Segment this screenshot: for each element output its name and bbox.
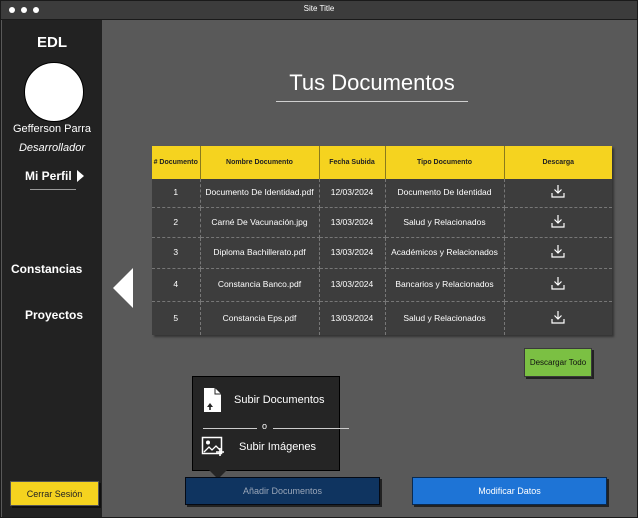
column-header-name: Nombre Documento [200,146,320,179]
cell-type: Bancarios y Relacionados [385,268,505,302]
cell-name: Diploma Bachillerato.pdf [200,237,320,269]
table-row: 1 Documento De Identidad.pdf 12/03/2024 … [152,179,612,208]
table-header-row: # Documento Nombre Documento Fecha Subid… [152,146,612,179]
column-header-type: Tipo Documento [385,146,505,179]
cell-download [504,237,612,269]
table-row: 4 Constancia Banco.pdf 13/03/2024 Bancar… [152,268,612,302]
cell-number: 2 [152,207,201,238]
cell-type: Salud y Relacionados [385,207,505,238]
chevron-right-icon [76,170,84,182]
cell-download [504,268,612,302]
cell-number: 5 [152,301,201,335]
user-name: Gefferson Parra [12,123,92,135]
cell-download [504,301,612,335]
upload-images-option[interactable]: Subir Imágenes [201,435,316,459]
cell-date: 13/03/2024 [319,207,386,238]
cell-number: 1 [152,179,201,208]
app-window: Site Title EDL Gefferson Parra Desarroll… [0,0,638,518]
user-role: Desarrollador [18,142,86,154]
profile-label: Mi Perfil [25,169,72,183]
profile-divider [30,189,76,190]
sidebar-item-proyectos[interactable]: Proyectos [25,308,83,322]
collapse-sidebar-icon[interactable] [113,268,133,308]
avatar [24,62,84,122]
cell-type: Académicos y Relacionados [385,237,505,269]
cell-download [504,207,612,238]
cell-date: 12/03/2024 [319,179,386,208]
cell-type: Documento De Identidad [385,179,505,208]
cell-name: Documento De Identidad.pdf [200,179,320,208]
upload-images-label: Subir Imágenes [239,441,317,453]
cell-download [504,179,612,208]
page-title: Tus Documentos [289,70,455,95]
upload-documents-option[interactable]: Subir Documentos [202,387,325,413]
cell-date: 13/03/2024 [319,268,386,302]
upload-popup: Subir Documentos o Subir Imágenes [192,376,349,471]
cell-number: 4 [152,268,201,302]
download-all-button[interactable]: Descargar Todo [524,348,592,377]
or-label: o [262,421,268,431]
column-header-download: Descarga [504,146,612,179]
table-row: 2 Carné De Vacunación.jpg 13/03/2024 Sal… [152,207,612,238]
download-icon[interactable] [550,213,566,229]
cell-date: 13/03/2024 [319,301,386,335]
sidebar-item-constancias[interactable]: Constancias [11,262,82,276]
download-icon[interactable] [550,309,566,325]
cell-number: 3 [152,237,201,269]
documents-table: # Documento Nombre Documento Fecha Subid… [152,146,612,335]
cell-date: 13/03/2024 [319,237,386,269]
upload-documents-label: Subir Documentos [234,394,325,406]
logout-button[interactable]: Cerrar Sesión [10,481,99,506]
cell-type: Salud y Relacionados [385,301,505,335]
profile-link[interactable]: Mi Perfil [25,169,84,183]
title-bar: Site Title [1,1,637,20]
sidebar: EDL Gefferson Parra Desarrollador Mi Per… [2,20,102,517]
download-icon[interactable] [550,243,566,259]
column-header-date: Fecha Subida [319,146,386,179]
table-row: 3 Diploma Bachillerato.pdf 13/03/2024 Ac… [152,237,612,269]
title-underline [276,101,468,102]
column-header-number: # Documento [152,146,201,179]
brand-logo: EDL [37,34,67,51]
add-documents-button[interactable]: Añadir Documentos [185,477,380,505]
modify-data-button[interactable]: Modificar Datos [412,477,607,505]
main-content: Tus Documentos # Documento Nombre Docume… [103,20,637,517]
table-row: 5 Constancia Eps.pdf 13/03/2024 Salud y … [152,301,612,335]
image-upload-icon [201,436,224,456]
or-divider: o [203,421,349,433]
cell-name: Constancia Eps.pdf [200,301,320,335]
document-upload-icon [204,388,221,412]
cell-name: Carné De Vacunación.jpg [200,207,320,238]
download-icon[interactable] [550,275,566,291]
cell-name: Constancia Banco.pdf [200,268,320,302]
download-icon[interactable] [550,183,566,199]
window-title: Site Title [303,4,335,13]
